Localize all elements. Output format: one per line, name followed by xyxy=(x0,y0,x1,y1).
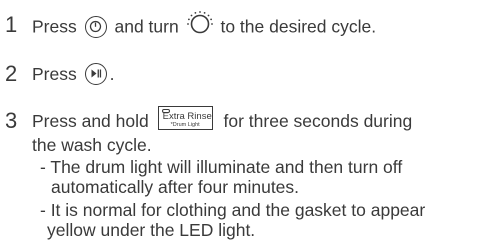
instruction-page: { "steps": [ { "number": "1", "text_befo… xyxy=(0,0,485,241)
note-2-line1: - It is normal for clothing and the gask… xyxy=(40,200,426,220)
drum-light-label: *Drum Light xyxy=(170,122,200,129)
step-1-suffix: to the desired cycle. xyxy=(220,16,377,37)
power-button-icon xyxy=(84,16,107,38)
start-pause-button-icon xyxy=(84,63,107,86)
step-1-text: Press and turn to the desired cycle. xyxy=(32,11,377,42)
extra-rinse-label: Extra Rinse xyxy=(162,111,212,123)
step-3-number: 3 xyxy=(5,108,18,133)
step-2-prefix: Press xyxy=(32,64,77,84)
note-2-line2: yellow under the LED light. xyxy=(47,220,256,240)
note-1-line1: - The drum light will illuminate and the… xyxy=(40,157,403,177)
step-1-number: 1 xyxy=(5,12,18,37)
step-3-suffix: for three seconds during xyxy=(223,111,413,131)
step-2-text: Press . xyxy=(32,63,114,86)
step-3-text: Press and hold Extra Rinse *Drum Light f… xyxy=(32,106,413,134)
step-2-suffix: . xyxy=(109,64,115,84)
step-3-line2: the wash cycle. xyxy=(32,135,152,155)
step-1-prefix: Press xyxy=(32,16,77,37)
step-3-prefix: Press and hold xyxy=(32,111,149,131)
step-2-number: 2 xyxy=(5,61,18,86)
cycle-dial-icon xyxy=(186,10,214,38)
extra-rinse-button-icon: Extra Rinse *Drum Light xyxy=(157,106,213,131)
step-1-middle: and turn xyxy=(114,16,179,37)
note-1-line2: automatically after four minutes. xyxy=(51,177,300,197)
